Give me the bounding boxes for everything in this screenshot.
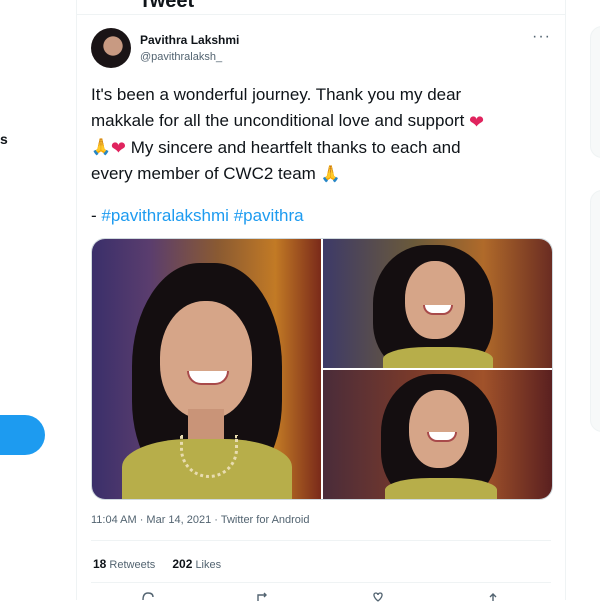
- heart-emoji-icon: ❤: [469, 111, 485, 132]
- retweets-count: 18: [93, 557, 107, 571]
- author-handle[interactable]: @pavithralaksh_: [140, 51, 222, 63]
- hashtag-link[interactable]: #pavithralakshmi: [101, 206, 229, 225]
- share-icon[interactable]: [486, 592, 500, 602]
- more-icon[interactable]: ···: [532, 28, 551, 46]
- right-sidebar: [564, 0, 600, 600]
- tweet-text: It's been a wonderful journey. Thank you…: [91, 82, 551, 188]
- tweet-photo[interactable]: [92, 239, 321, 499]
- tweet-timestamp[interactable]: 11:04 AM · Mar 14, 2021 · Twitter for An…: [91, 514, 309, 526]
- sidebar-card: [590, 190, 600, 432]
- tweet-text-line-1: It's been a wonderful journey. Thank you…: [91, 85, 462, 104]
- folded-hands-emoji-icon: 🙏: [91, 139, 111, 157]
- likes-stat[interactable]: 202 Likes: [172, 557, 221, 571]
- divider: [91, 582, 551, 583]
- tweet-text-line: It's been a wonderful journey. Thank you…: [91, 82, 551, 108]
- divider: [91, 540, 551, 541]
- page-title: Tweet: [139, 0, 195, 12]
- nav-label-fragment[interactable]: s: [0, 131, 8, 147]
- tweet-text-line: every member of CWC2 team 🙏: [91, 161, 551, 188]
- likes-count: 202: [172, 557, 193, 571]
- like-icon[interactable]: [371, 592, 385, 602]
- author-name[interactable]: Pavithra Lakshmi: [140, 33, 239, 47]
- tweet-text-line-3: My sincere and heartfelt thanks to each …: [130, 137, 461, 157]
- media-grid: [91, 238, 553, 500]
- retweets-label: Retweets: [109, 559, 156, 571]
- retweets-stat[interactable]: 18 Retweets: [93, 557, 155, 571]
- tweet-column: Tweet Pavithra Lakshmi @pavithralaksh_ ·…: [76, 0, 566, 602]
- tweet-photo[interactable]: [323, 370, 552, 499]
- heart-emoji-icon: ❤: [110, 138, 127, 159]
- hashtag-line: - #pavithralakshmi #pavithra: [91, 206, 304, 226]
- hashtag-link[interactable]: #pavithra: [234, 206, 304, 225]
- folded-hands-emoji-icon: 🙏: [320, 165, 341, 183]
- tweet-text-line: 🙏❤ My sincere and heartfelt thanks to ea…: [91, 135, 551, 162]
- hashtag-prefix: -: [91, 206, 102, 225]
- page-header: Tweet: [77, 0, 565, 15]
- compose-tweet-button[interactable]: [0, 415, 45, 455]
- action-bar: [91, 592, 551, 602]
- tweet-photo[interactable]: [323, 239, 552, 368]
- likes-label: Likes: [195, 559, 222, 571]
- engagement-stats: 18 Retweets 202 Likes: [93, 557, 235, 571]
- sidebar-card: [590, 26, 600, 158]
- left-nav: s: [0, 0, 78, 600]
- reply-icon[interactable]: [141, 592, 155, 602]
- tweet-text-line-2: makkale for all the unconditional love a…: [91, 111, 465, 130]
- retweet-icon[interactable]: [256, 592, 270, 602]
- tweet-text-line-4: every member of CWC2 team: [91, 164, 316, 184]
- tweet-text-line: makkale for all the unconditional love a…: [91, 108, 551, 135]
- avatar[interactable]: [91, 28, 131, 68]
